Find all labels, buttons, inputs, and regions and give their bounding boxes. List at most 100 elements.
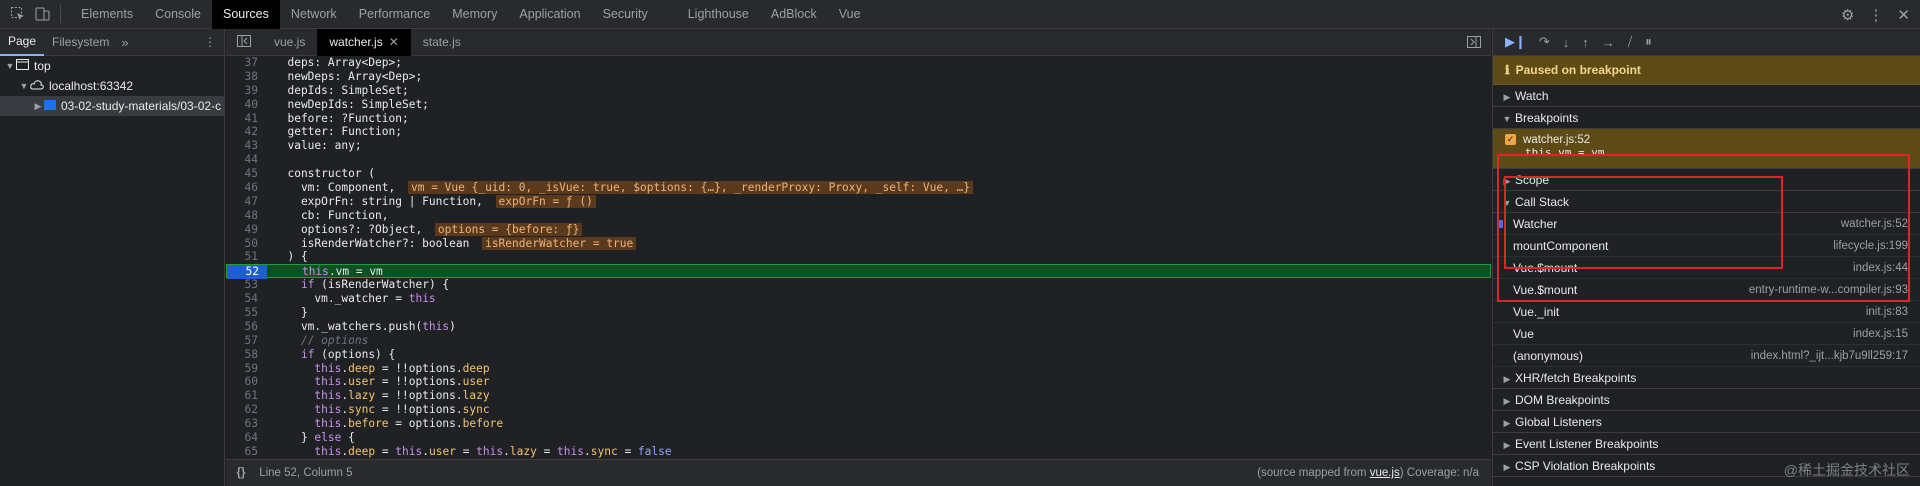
- section-watch[interactable]: ▶ Watch: [1493, 85, 1920, 107]
- caret-down-icon[interactable]: ▼: [18, 76, 30, 96]
- code-line[interactable]: 63 this.before = options.before: [226, 417, 1491, 431]
- line-number[interactable]: 37: [226, 56, 266, 70]
- tree-item[interactable]: ▼ localhost:63342: [0, 76, 224, 96]
- tab-memory[interactable]: Memory: [441, 0, 508, 29]
- step-icon[interactable]: →: [1602, 35, 1615, 50]
- call-frame[interactable]: Vue index.js:15: [1493, 323, 1920, 345]
- line-number[interactable]: 63: [226, 417, 266, 431]
- code-line[interactable]: 42 getter: Function;: [226, 125, 1491, 139]
- section-global-listeners[interactable]: ▶ Global Listeners: [1493, 411, 1920, 433]
- code-line[interactable]: 43 value: any;: [226, 139, 1491, 153]
- line-number[interactable]: 59: [226, 362, 266, 376]
- line-number[interactable]: 46: [226, 181, 266, 195]
- tab-sources[interactable]: Sources: [211, 0, 280, 29]
- section-breakpoints[interactable]: ▼ Breakpoints: [1493, 107, 1920, 129]
- close-tab-icon[interactable]: ✕: [389, 35, 399, 49]
- inspect-element-icon[interactable]: [10, 6, 26, 22]
- frame-location[interactable]: index.html?_ijt...kjb7u9ll259:17: [1751, 345, 1908, 366]
- tab-network[interactable]: Network: [280, 0, 348, 29]
- breakpoint-checkbox[interactable]: ✓: [1505, 134, 1516, 146]
- caret-down-icon[interactable]: ▼: [4, 56, 16, 76]
- more-tabs-icon[interactable]: »: [117, 35, 132, 50]
- tab-adblock[interactable]: AdBlock: [760, 0, 828, 29]
- current-execution-line[interactable]: 52 this.vm = vm: [226, 264, 1491, 280]
- tab-application[interactable]: Application: [508, 0, 591, 29]
- line-number[interactable]: 47: [226, 195, 266, 209]
- code-line[interactable]: 44: [226, 153, 1491, 167]
- code-line[interactable]: 45 constructor (: [226, 167, 1491, 181]
- line-number[interactable]: 44: [226, 153, 266, 167]
- line-number[interactable]: 57: [226, 334, 266, 348]
- settings-gear-icon[interactable]: ⚙: [1841, 6, 1854, 24]
- tab-lighthouse[interactable]: Lighthouse: [677, 0, 760, 29]
- code-line[interactable]: 62 this.sync = !!options.sync: [226, 403, 1491, 417]
- tab-performance[interactable]: Performance: [348, 0, 442, 29]
- code-line[interactable]: 58 if (options) {: [226, 348, 1491, 362]
- code-line[interactable]: 41 before: ?Function;: [226, 112, 1491, 126]
- code-line[interactable]: 40 newDepIds: SimpleSet;: [226, 98, 1491, 112]
- code-line[interactable]: 64 } else {: [226, 431, 1491, 445]
- tab-filesystem[interactable]: Filesystem: [44, 29, 117, 56]
- navigator-menu-icon[interactable]: ⋮: [204, 35, 216, 49]
- line-number[interactable]: 53: [226, 278, 266, 292]
- line-number[interactable]: 45: [226, 167, 266, 181]
- tab-elements[interactable]: Elements: [70, 0, 144, 29]
- code-line[interactable]: 53 if (isRenderWatcher) {: [226, 278, 1491, 292]
- line-number[interactable]: 42: [226, 125, 266, 139]
- code-line[interactable]: 57 // options: [226, 334, 1491, 348]
- line-number[interactable]: 38: [226, 70, 266, 84]
- step-out-icon[interactable]: ↑: [1582, 35, 1589, 50]
- code-line[interactable]: 49 options?: ?Object, options = {before:…: [226, 222, 1491, 237]
- line-number[interactable]: 50: [226, 237, 266, 251]
- code-line[interactable]: 37 deps: Array<Dep>;: [226, 56, 1491, 70]
- line-number[interactable]: 54: [226, 292, 266, 306]
- step-into-icon[interactable]: ↓: [1563, 35, 1570, 50]
- line-number[interactable]: 52: [227, 265, 267, 280]
- resume-icon[interactable]: ▶❙: [1505, 34, 1526, 50]
- line-number[interactable]: 51: [226, 250, 266, 264]
- line-number[interactable]: 62: [226, 403, 266, 417]
- toggle-debugger-icon[interactable]: [1467, 36, 1481, 51]
- call-frame[interactable]: (anonymous) index.html?_ijt...kjb7u9ll259…: [1493, 345, 1920, 367]
- line-number[interactable]: 64: [226, 431, 266, 445]
- kebab-menu-icon[interactable]: ⋮: [1868, 6, 1883, 24]
- pause-on-exceptions-icon[interactable]: ⏸: [1645, 34, 1652, 50]
- code-line[interactable]: 59 this.deep = !!options.deep: [226, 362, 1491, 376]
- section-event-listener-breakpoints[interactable]: ▶ Event Listener Breakpoints: [1493, 433, 1920, 455]
- tab-vue[interactable]: Vue: [828, 0, 872, 29]
- code-view[interactable]: 37 deps: Array<Dep>; 38 newDeps: Array<De…: [226, 56, 1491, 459]
- device-toolbar-icon[interactable]: [34, 6, 50, 22]
- code-line[interactable]: 46 vm: Component, vm = Vue {_uid: 0, _is…: [226, 181, 1491, 195]
- file-tab[interactable]: state.js: [411, 29, 473, 56]
- line-number[interactable]: 60: [226, 375, 266, 389]
- line-number[interactable]: 49: [226, 223, 266, 237]
- code-line[interactable]: 54 vm._watcher = this: [226, 292, 1491, 306]
- code-line[interactable]: 51 ) {: [226, 250, 1491, 264]
- line-number[interactable]: 48: [226, 209, 266, 223]
- toggle-navigator-icon[interactable]: [226, 34, 262, 50]
- file-tab[interactable]: watcher.js ✕: [317, 28, 411, 56]
- code-line[interactable]: 48 cb: Function,: [226, 209, 1491, 223]
- section-dom-breakpoints[interactable]: ▶ DOM Breakpoints: [1493, 389, 1920, 411]
- line-number[interactable]: 40: [226, 98, 266, 112]
- code-line[interactable]: 55 }: [226, 306, 1491, 320]
- line-number[interactable]: 58: [226, 348, 266, 362]
- line-number[interactable]: 43: [226, 139, 266, 153]
- file-tab[interactable]: vue.js: [262, 29, 317, 56]
- line-number[interactable]: 39: [226, 84, 266, 98]
- frame-location[interactable]: init.js:83: [1866, 301, 1908, 322]
- code-line[interactable]: 61 this.lazy = !!options.lazy: [226, 389, 1491, 403]
- code-line[interactable]: 38 newDeps: Array<Dep>;: [226, 70, 1491, 84]
- code-line[interactable]: 39 depIds: SimpleSet;: [226, 84, 1491, 98]
- tab-console[interactable]: Console: [144, 0, 212, 29]
- tree-item[interactable]: ▼ top: [0, 56, 224, 76]
- line-number[interactable]: 65: [226, 445, 266, 459]
- deactivate-breakpoints-icon[interactable]: ⧸: [1628, 34, 1632, 50]
- line-number[interactable]: 61: [226, 389, 266, 403]
- step-over-icon[interactable]: ↷: [1539, 34, 1550, 50]
- code-line[interactable]: 50 isRenderWatcher?: boolean isRenderWat…: [226, 236, 1491, 251]
- close-icon[interactable]: ✕: [1897, 6, 1910, 24]
- tab-page[interactable]: Page: [0, 29, 45, 56]
- call-frame[interactable]: Vue._init init.js:83: [1493, 301, 1920, 323]
- code-line[interactable]: 56 vm._watchers.push(this): [226, 320, 1491, 334]
